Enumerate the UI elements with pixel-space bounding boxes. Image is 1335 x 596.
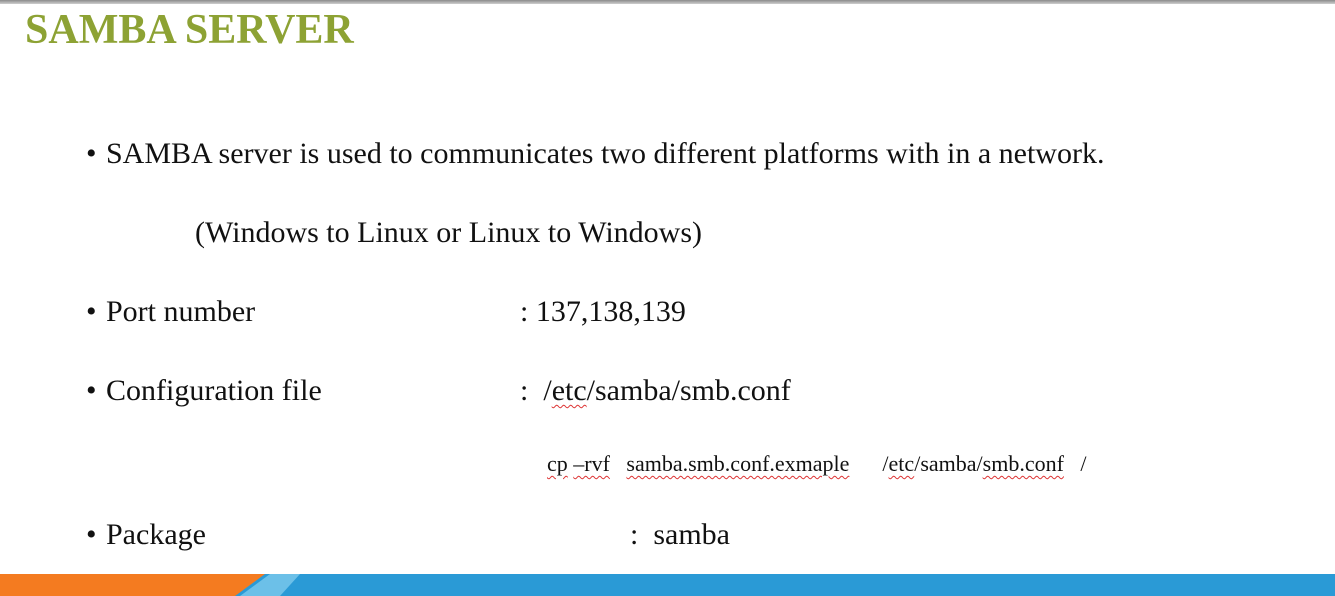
bullet-glyph: •	[86, 137, 97, 170]
slide-title: SAMBA SERVER	[25, 7, 354, 53]
bullet-glyph: •	[86, 518, 97, 551]
cmd-cp: cp	[547, 451, 568, 476]
config-label: Configuration file	[106, 374, 322, 407]
config-path-etc: etc	[551, 374, 587, 407]
cmd-flag: –rvf	[573, 451, 610, 476]
cmd-dest-dir: etc	[888, 451, 915, 476]
platform-note: (Windows to Linux or Linux to Windows)	[195, 216, 702, 249]
package-name: samba	[653, 518, 730, 551]
config-value: : /etc/samba/smb.conf	[520, 373, 791, 409]
bullet-package: • Package	[86, 517, 206, 553]
bullet-port: • Port number	[86, 294, 255, 330]
package-label: Package	[106, 518, 206, 551]
copy-command: cp –rvf samba.smb.conf.exmaple / etc/samb…	[547, 450, 1087, 478]
intro-text: SAMBA server is used to communicates two…	[106, 137, 1105, 170]
cmd-dest-mid: /samba/	[914, 451, 983, 476]
cmd-source: samba.smb.conf.exmaple	[626, 451, 850, 476]
slide: SAMBA SERVER • SAMBA server is used to co…	[0, 0, 1335, 596]
config-path-suffix: /samba/smb.conf	[586, 374, 791, 407]
port-value: : 137,138,139	[520, 295, 686, 328]
bullet-glyph: •	[86, 295, 97, 328]
bullet-glyph: •	[86, 374, 97, 407]
package-value: : samba	[630, 517, 730, 553]
port-label: Port number	[106, 295, 256, 328]
package-separator: :	[630, 518, 639, 551]
bullet-intro: • SAMBA server is used to communicates tw…	[86, 136, 1104, 172]
config-path-prefix: /	[543, 374, 552, 407]
cmd-trailing: /	[1080, 451, 1087, 476]
cmd-dest-file: smb.conf	[982, 451, 1064, 476]
config-separator: :	[520, 374, 529, 407]
bullet-config: • Configuration file	[86, 373, 322, 409]
